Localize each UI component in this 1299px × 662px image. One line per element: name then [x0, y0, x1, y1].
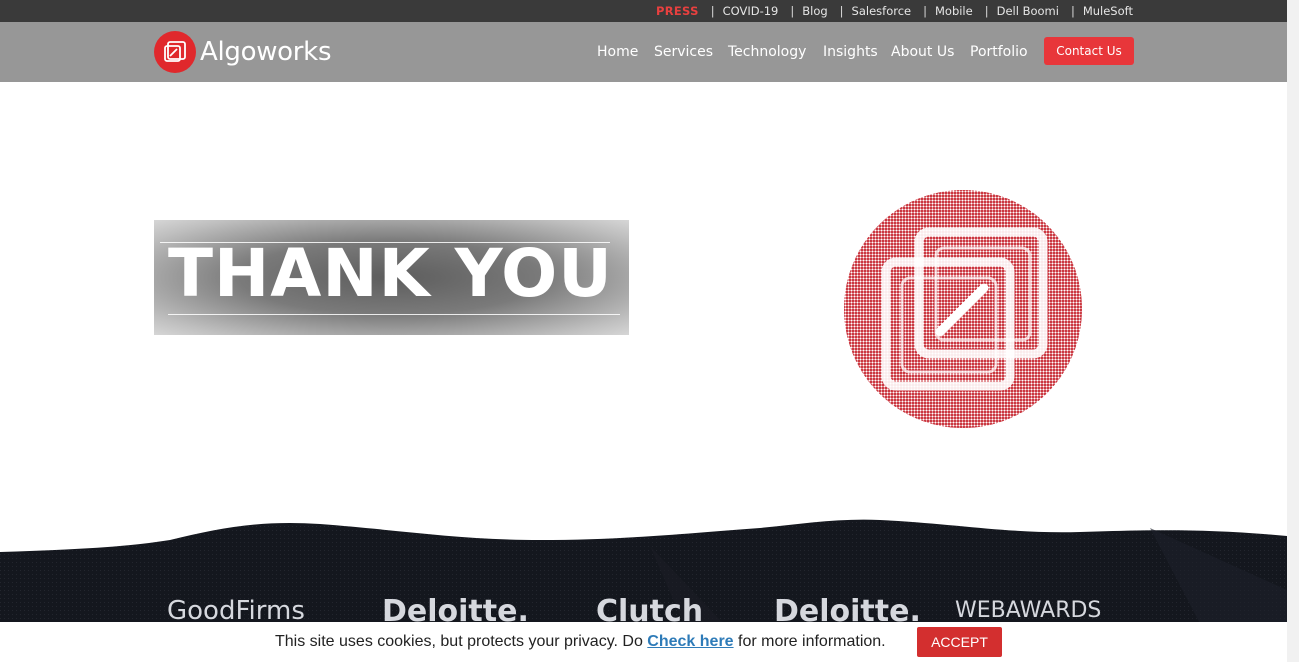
mobile-link[interactable]: Mobile: [935, 4, 973, 18]
nav-home[interactable]: Home: [597, 44, 638, 60]
nav-portfolio[interactable]: Portfolio: [970, 44, 1028, 60]
nav-services[interactable]: Services: [654, 44, 713, 60]
salesforce-link[interactable]: Salesforce: [852, 4, 912, 18]
separator: |: [923, 4, 927, 18]
mulesoft-link[interactable]: MuleSoft: [1083, 4, 1133, 18]
banner-line-bottom: [168, 314, 620, 315]
accept-cookies-button[interactable]: ACCEPT: [917, 627, 1002, 657]
dell-boomi-link[interactable]: Dell Boomi: [997, 4, 1059, 18]
cookie-message: This site uses cookies, but protects you…: [275, 622, 886, 662]
separator: |: [839, 4, 844, 18]
algoworks-mark-icon: [844, 190, 1082, 428]
award-webawards: WEBAWARDS: [955, 598, 1102, 623]
cookie-check-here-link[interactable]: Check here: [647, 633, 733, 650]
blog-link[interactable]: Blog: [802, 4, 827, 18]
utility-links: PRESS | COVID-19 | Blog | Salesforce | M…: [656, 0, 1133, 22]
press-link[interactable]: PRESS: [656, 4, 699, 18]
covid-19-link[interactable]: COVID-19: [723, 4, 779, 18]
separator: |: [710, 4, 715, 18]
nav-about-us[interactable]: About Us: [891, 44, 954, 60]
nav-insights[interactable]: Insights: [823, 44, 878, 60]
nav-technology[interactable]: Technology: [728, 44, 806, 60]
scrollbar[interactable]: [1287, 0, 1299, 662]
site-header: Algoworks Home Services Technology Insig…: [0, 22, 1287, 82]
page: PRESS | COVID-19 | Blog | Salesforce | M…: [0, 0, 1287, 662]
cookie-text-before: This site uses cookies, but protects you…: [275, 633, 648, 650]
separator: |: [1070, 4, 1075, 18]
top-utility-bar: PRESS | COVID-19 | Blog | Salesforce | M…: [0, 0, 1287, 22]
separator: |: [984, 4, 989, 18]
contact-us-button[interactable]: Contact Us: [1044, 37, 1134, 65]
thank-you-banner: THANK YOU: [154, 220, 629, 335]
separator: |: [790, 4, 795, 18]
thank-you-heading: THANK YOU: [168, 235, 613, 312]
cookie-banner: This site uses cookies, but protects you…: [0, 622, 1287, 662]
cookie-text-after: for more information.: [733, 633, 886, 650]
